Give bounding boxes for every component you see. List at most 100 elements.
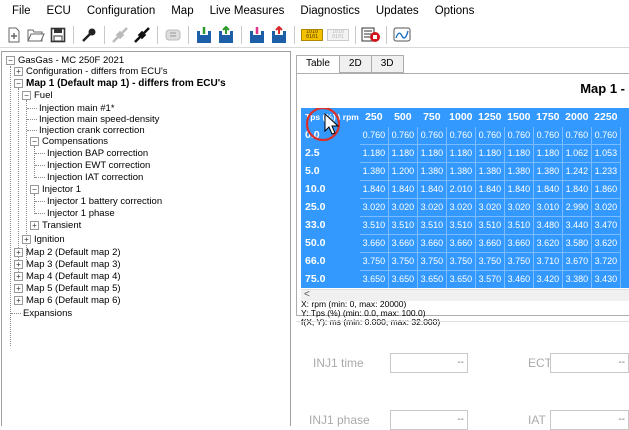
table-cell[interactable]: 3.660 <box>475 234 505 253</box>
table-cell[interactable]: 1.380 <box>475 162 505 181</box>
tree-node-map6[interactable]: Map 6 (Default map 6) <box>26 295 121 306</box>
table-cell[interactable]: 3.460 <box>504 270 534 288</box>
menu-options[interactable]: Options <box>427 5 483 17</box>
binary-write-icon[interactable]: 1010 0101 <box>326 25 350 45</box>
table-cell[interactable]: 3.750 <box>504 252 534 271</box>
menu-configuration[interactable]: Configuration <box>79 5 163 17</box>
expand-map4-icon[interactable]: + <box>14 272 23 281</box>
table-cell[interactable]: 3.710 <box>533 252 563 271</box>
table-cell[interactable]: 3.650 <box>359 270 389 288</box>
table-cell[interactable]: 3.650 <box>388 270 418 288</box>
tree-node-injection-ewt[interactable]: Injection EWT correction <box>47 160 150 171</box>
tree-node-injector1-battery[interactable]: Injector 1 battery correction <box>47 196 162 207</box>
table-cell[interactable]: 1.242 <box>562 162 592 181</box>
table-cell[interactable]: 3.510 <box>446 216 476 235</box>
table-cell[interactable]: 3.010 <box>533 198 563 217</box>
table-cell[interactable]: 1.840 <box>504 180 534 199</box>
row-header[interactable]: 33.0 <box>301 216 360 235</box>
table-cell[interactable]: 1.180 <box>533 144 563 163</box>
save-icon[interactable] <box>48 25 68 45</box>
table-cell[interactable]: 3.470 <box>591 216 621 235</box>
menu-file[interactable]: File <box>4 5 39 17</box>
table-cell[interactable]: 3.510 <box>504 216 534 235</box>
table-cell[interactable]: 3.020 <box>446 198 476 217</box>
table-cell[interactable]: 1.380 <box>417 162 447 181</box>
table-cell[interactable]: 3.670 <box>562 252 592 271</box>
table-cell[interactable]: 3.650 <box>417 270 447 288</box>
key-icon[interactable] <box>79 25 99 45</box>
column-header[interactable]: 1250 <box>475 108 505 127</box>
tree-node-map5[interactable]: Map 5 (Default map 5) <box>26 283 121 294</box>
table-cell[interactable]: 0.760 <box>417 126 447 145</box>
table-cell[interactable]: 1.180 <box>446 144 476 163</box>
table-cell[interactable]: 3.660 <box>446 234 476 253</box>
table-cell[interactable]: 2.010 <box>446 180 476 199</box>
expand-ignition-icon[interactable]: + <box>22 235 31 244</box>
ecu-read-icon[interactable] <box>194 25 214 45</box>
table-cell[interactable]: 3.020 <box>359 198 389 217</box>
table-cell[interactable]: 0.760 <box>475 126 505 145</box>
tree-node-injection-main-sd[interactable]: Injection main speed-density <box>39 114 159 125</box>
column-header[interactable]: 2250 <box>591 108 621 127</box>
table-cell[interactable]: 0.760 <box>388 126 418 145</box>
column-header[interactable]: 500 <box>388 108 418 127</box>
tree-node-injection-iat[interactable]: Injection IAT correction <box>47 172 143 183</box>
table-cell[interactable]: 3.020 <box>504 198 534 217</box>
binary-read-icon[interactable]: 1010 0101 <box>300 25 324 45</box>
table-cell[interactable]: 3.510 <box>359 216 389 235</box>
table-cell[interactable]: 3.620 <box>533 234 563 253</box>
table-cell[interactable]: 1.840 <box>533 180 563 199</box>
tab-3d[interactable]: 3D <box>370 55 404 73</box>
table-cell[interactable]: 3.580 <box>562 234 592 253</box>
menu-updates[interactable]: Updates <box>368 5 427 17</box>
table-cell[interactable]: 3.510 <box>388 216 418 235</box>
table-cell[interactable]: 3.510 <box>475 216 505 235</box>
column-header[interactable]: 750 <box>417 108 447 127</box>
table-cell[interactable]: 2.990 <box>562 198 592 217</box>
tree-node-injection-bap[interactable]: Injection BAP correction <box>47 148 148 159</box>
connect-icon[interactable] <box>132 25 152 45</box>
table-cell[interactable]: 1.180 <box>388 144 418 163</box>
table-cell[interactable]: 1.380 <box>504 162 534 181</box>
table-cell[interactable]: 3.380 <box>562 270 592 288</box>
table-cell[interactable]: 3.720 <box>591 252 621 271</box>
collapse-map1-icon[interactable]: − <box>14 79 23 88</box>
tree-node-ignition[interactable]: Ignition <box>34 234 65 245</box>
table-cell[interactable]: 3.750 <box>417 252 447 271</box>
table-cell[interactable]: 0.760 <box>504 126 534 145</box>
collapse-compensations-icon[interactable]: − <box>30 137 39 146</box>
menu-diagnostics[interactable]: Diagnostics <box>292 5 367 17</box>
expand-map3-icon[interactable]: + <box>14 260 23 269</box>
row-header[interactable]: 75.0 <box>301 270 360 288</box>
table-cell[interactable]: 1.840 <box>359 180 389 199</box>
table-cell[interactable]: 3.510 <box>417 216 447 235</box>
tree-node-compensations[interactable]: Compensations <box>42 136 108 147</box>
table-cell[interactable]: 3.660 <box>417 234 447 253</box>
table-cell[interactable]: 3.620 <box>591 234 621 253</box>
table-cell[interactable]: 1.840 <box>417 180 447 199</box>
table-cell[interactable]: 3.440 <box>562 216 592 235</box>
column-header[interactable]: 250 <box>359 108 389 127</box>
row-header[interactable]: 2.5 <box>301 144 360 163</box>
menu-ecu[interactable]: ECU <box>39 5 79 17</box>
expand-map5-icon[interactable]: + <box>14 284 23 293</box>
map-table-grid[interactable]: Tps (%) \ rpm 250 500 750 1000 1250 1500 1750 20… <box>301 108 629 288</box>
tree-node-expansions[interactable]: Expansions <box>23 308 72 319</box>
table-cell[interactable]: 1.062 <box>562 144 592 163</box>
tree-node-injection-crank[interactable]: Injection crank correction <box>39 125 145 136</box>
table-cell[interactable]: 3.020 <box>417 198 447 217</box>
table-cell[interactable]: 3.660 <box>388 234 418 253</box>
table-cell[interactable]: 1.380 <box>446 162 476 181</box>
tree-node-map4[interactable]: Map 4 (Default map 4) <box>26 271 121 282</box>
table-cell[interactable]: 3.480 <box>533 216 563 235</box>
tree-node-map3[interactable]: Map 3 (Default map 3) <box>26 259 121 270</box>
table-cell[interactable]: 1.233 <box>591 162 621 181</box>
table-cell[interactable]: 3.430 <box>591 270 621 288</box>
table-cell[interactable]: 1.380 <box>533 162 563 181</box>
table-cell[interactable]: 3.660 <box>359 234 389 253</box>
menu-map[interactable]: Map <box>163 5 201 17</box>
table-cell[interactable]: 1.840 <box>562 180 592 199</box>
row-header[interactable]: 10.0 <box>301 180 360 199</box>
table-cell[interactable]: 1.053 <box>591 144 621 163</box>
table-cell[interactable]: 0.760 <box>562 126 592 145</box>
